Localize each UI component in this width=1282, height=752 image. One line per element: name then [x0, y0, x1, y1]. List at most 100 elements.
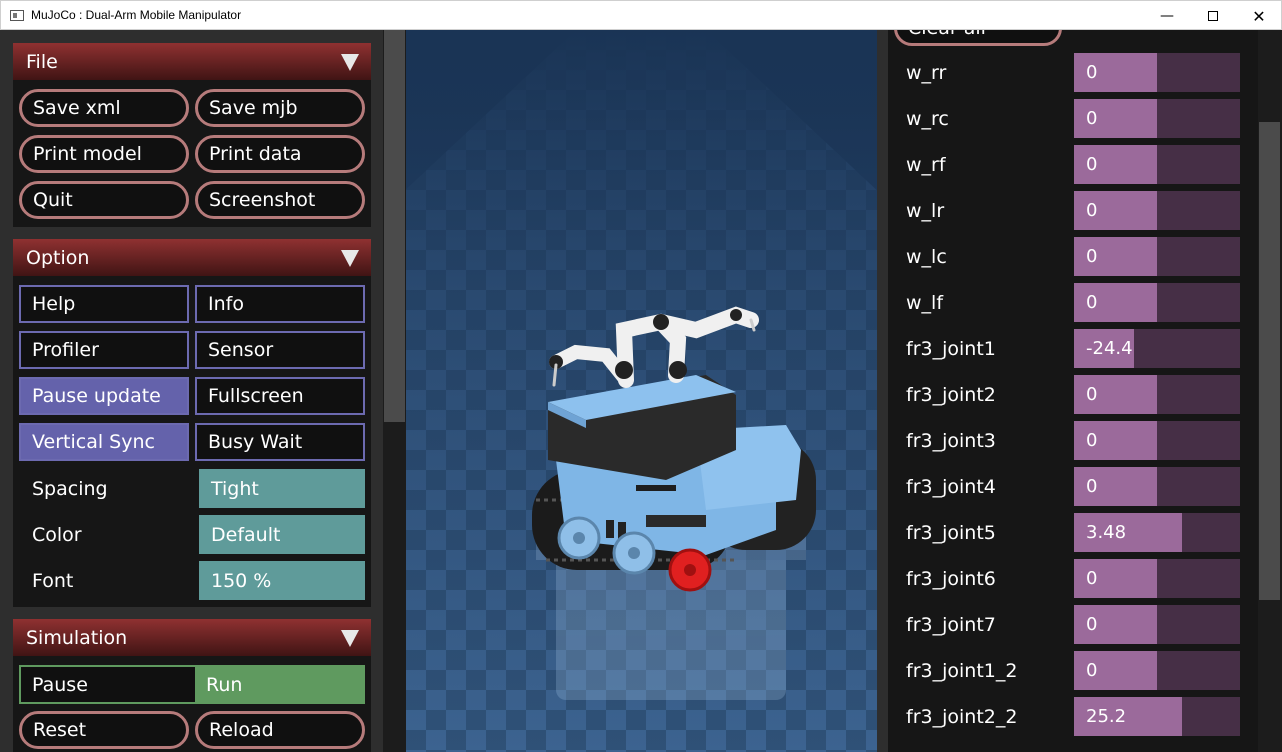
pause-radio[interactable]: Pause: [21, 667, 195, 702]
maximize-icon: [1208, 11, 1218, 21]
slider-value: 0: [1086, 476, 1098, 497]
control-label: fr3_joint2_2: [906, 706, 1018, 728]
run-mode-radio-group: Pause Run: [19, 665, 365, 704]
left-ui-panel: File Save xml Save mjb Print model Print…: [0, 30, 383, 752]
control-label: w_rr: [906, 62, 947, 84]
control-label: fr3_joint5: [906, 522, 996, 544]
slider-value: 0: [1086, 154, 1098, 175]
control-slider[interactable]: 0: [1074, 283, 1240, 322]
slider-value: 0: [1086, 660, 1098, 681]
print-data-button[interactable]: Print data: [195, 135, 365, 173]
fullscreen-checkbox[interactable]: Fullscreen: [195, 377, 365, 415]
control-slider[interactable]: 0: [1074, 651, 1240, 690]
slider-value: 0: [1086, 200, 1098, 221]
file-section-header[interactable]: File: [13, 43, 371, 80]
control-slider[interactable]: 0: [1074, 99, 1240, 138]
control-slider[interactable]: 0: [1074, 53, 1240, 92]
control-label: w_lr: [906, 200, 945, 222]
screenshot-button[interactable]: Screenshot: [195, 181, 365, 219]
collapse-triangle-icon: [341, 54, 359, 71]
option-section-title: Option: [26, 246, 90, 269]
slider-value: 0: [1086, 292, 1098, 313]
control-slider[interactable]: 0: [1074, 559, 1240, 598]
control-label: fr3_joint6: [906, 568, 996, 590]
slider-value: 0: [1086, 108, 1098, 129]
minimize-icon: —: [1160, 8, 1174, 24]
option-section: Option Help Info Profiler Sensor Pause u…: [13, 239, 371, 607]
window-title-bar[interactable]: MuJoCo : Dual-Arm Mobile Manipulator — ✕: [0, 0, 1282, 30]
slider-value: -24.4: [1086, 338, 1133, 359]
right-panel-gutter: [877, 30, 888, 752]
control-slider[interactable]: 0: [1074, 421, 1240, 460]
slider-value: 0: [1086, 246, 1098, 267]
font-label: Font: [32, 570, 74, 592]
print-model-button[interactable]: Print model: [19, 135, 189, 173]
control-label: w_rc: [906, 108, 949, 130]
help-checkbox[interactable]: Help: [19, 285, 189, 323]
control-slider[interactable]: 0: [1074, 145, 1240, 184]
control-label: fr3_joint3: [906, 430, 996, 452]
reset-button[interactable]: Reset: [19, 711, 189, 749]
clear-all-button[interactable]: Clear all: [894, 30, 1062, 46]
slider-value: 0: [1086, 568, 1098, 589]
maximize-button[interactable]: [1190, 1, 1236, 31]
simulation-section: Simulation Pause Run Reset Reload: [13, 619, 371, 752]
control-slider[interactable]: 0: [1074, 191, 1240, 230]
collapse-triangle-icon: [341, 630, 359, 647]
vertical-sync-checkbox[interactable]: Vertical Sync: [19, 423, 189, 461]
info-checkbox[interactable]: Info: [195, 285, 365, 323]
control-label: fr3_joint7: [906, 614, 996, 636]
control-slider[interactable]: 25.2: [1074, 697, 1240, 736]
left-panel-scrollbar[interactable]: [383, 30, 406, 752]
save-xml-button[interactable]: Save xml: [19, 89, 189, 127]
control-slider[interactable]: -24.4: [1074, 329, 1240, 368]
left-scrollbar-thumb[interactable]: [384, 30, 405, 422]
control-slider[interactable]: 0: [1074, 375, 1240, 414]
option-section-header[interactable]: Option: [13, 239, 371, 276]
window-title: MuJoCo : Dual-Arm Mobile Manipulator: [31, 8, 242, 22]
control-label: fr3_joint4: [906, 476, 996, 498]
control-label: w_lc: [906, 246, 947, 268]
slider-value: 25.2: [1086, 706, 1127, 727]
slider-value: 0: [1086, 614, 1098, 635]
control-label: fr3_joint1: [906, 338, 996, 360]
simulation-section-header[interactable]: Simulation: [13, 619, 371, 656]
control-slider[interactable]: 3.48: [1074, 513, 1240, 552]
control-label: fr3_joint2: [906, 384, 996, 406]
color-select[interactable]: Default: [199, 515, 365, 554]
reload-button[interactable]: Reload: [195, 711, 365, 749]
slider-value: 0: [1086, 62, 1098, 83]
slider-value: 0: [1086, 384, 1098, 405]
sensor-checkbox[interactable]: Sensor: [195, 331, 365, 369]
right-scrollbar-thumb[interactable]: [1259, 122, 1280, 600]
collapse-triangle-icon: [341, 250, 359, 267]
spacing-select[interactable]: Tight: [199, 469, 365, 508]
run-radio[interactable]: Run: [195, 667, 363, 702]
right-panel-scrollbar[interactable]: [1258, 30, 1282, 752]
save-mjb-button[interactable]: Save mjb: [195, 89, 365, 127]
spacing-label: Spacing: [32, 478, 108, 500]
pause-update-checkbox[interactable]: Pause update: [19, 377, 189, 415]
minimize-button[interactable]: —: [1144, 1, 1190, 31]
slider-value: 3.48: [1086, 522, 1127, 543]
control-slider[interactable]: 0: [1074, 467, 1240, 506]
busy-wait-checkbox[interactable]: Busy Wait: [195, 423, 365, 461]
control-label: w_lf: [906, 292, 944, 314]
color-label: Color: [32, 524, 82, 546]
file-section: File Save xml Save mjb Print model Print…: [13, 43, 371, 227]
3d-viewport[interactable]: [406, 30, 877, 752]
file-section-title: File: [26, 50, 58, 73]
quit-button[interactable]: Quit: [19, 181, 189, 219]
close-icon: ✕: [1252, 6, 1266, 26]
app-window-icon: [10, 9, 24, 21]
scene-render: [406, 30, 877, 752]
control-label: w_rf: [906, 154, 946, 176]
profiler-checkbox[interactable]: Profiler: [19, 331, 189, 369]
slider-value: 0: [1086, 430, 1098, 451]
control-panel: Clear all w_rr 0 w_rc 0 w_rf 0 w_lr 0 w_lc 0 w_lf 0…: [888, 30, 1282, 752]
simulation-section-title: Simulation: [26, 626, 128, 649]
font-select[interactable]: 150 %: [199, 561, 365, 600]
control-slider[interactable]: 0: [1074, 605, 1240, 644]
control-slider[interactable]: 0: [1074, 237, 1240, 276]
close-window-button[interactable]: ✕: [1236, 1, 1282, 31]
